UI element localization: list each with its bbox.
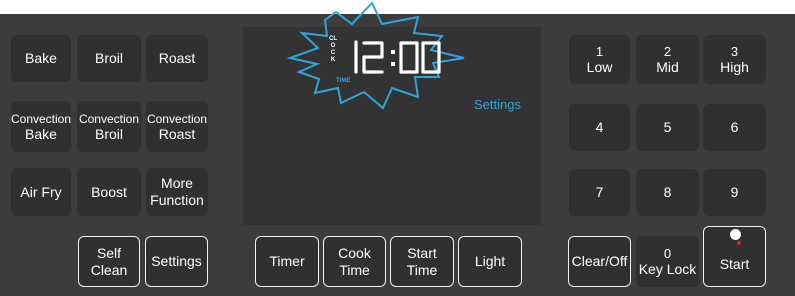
keypad-6-button[interactable]: 6 [703, 104, 766, 151]
keypad-2-sublabel: Mid [656, 58, 679, 75]
keypad-4-digit: 4 [595, 119, 604, 135]
cook-time-label-line2: Time [339, 261, 370, 278]
keypad-1-sublabel: Low [586, 58, 613, 75]
keypad-3-digit: 3 [730, 43, 739, 59]
clear-off-button[interactable]: Clear/Off [568, 236, 631, 287]
keypad-2-mid-button[interactable]: 2 Mid [636, 35, 699, 84]
keypad-2-digit: 2 [663, 43, 672, 59]
start-time-label-line2: Time [406, 261, 438, 278]
keypad-8-button[interactable]: 8 [636, 169, 699, 216]
cook-time-label-line1: Cook [338, 244, 371, 261]
light-button[interactable]: Light [458, 236, 522, 287]
keypad-4-button[interactable]: 4 [569, 104, 630, 151]
start-time-button[interactable]: Start Time [390, 236, 454, 287]
keypad-8-digit: 8 [663, 184, 672, 200]
display-settings-indicator: Settings [474, 97, 521, 112]
keypad-6-digit: 6 [730, 119, 739, 135]
keypad-0-sublabel: Key Lock [638, 260, 697, 277]
keypad-3-sublabel: High [720, 58, 749, 75]
light-label: Light [474, 253, 506, 269]
start-label: Start [719, 256, 750, 272]
keypad-7-digit: 7 [595, 184, 604, 200]
time-label: TIME [336, 78, 351, 84]
timer-label: Timer [269, 253, 305, 269]
start-time-label-line1: Start [407, 244, 437, 261]
keypad-0-digit: 0 [663, 245, 672, 261]
keypad-1-low-button[interactable]: 1 Low [569, 35, 630, 84]
keypad-5-button[interactable]: 5 [636, 104, 699, 151]
clear-off-label: Clear/Off [571, 253, 628, 269]
keypad-5-digit: 5 [663, 119, 672, 135]
start-indicator-dot [737, 241, 741, 245]
keypad-9-digit: 9 [730, 184, 739, 200]
start-indicator-light [730, 229, 741, 240]
cook-time-button[interactable]: Cook Time [323, 236, 386, 287]
keypad-3-high-button[interactable]: 3 High [703, 35, 766, 84]
keypad-0-key-lock-button[interactable]: 0 Key Lock [636, 236, 699, 287]
clock-label: CLOCK [329, 36, 337, 63]
keypad-1-digit: 1 [595, 43, 604, 59]
keypad-9-button[interactable]: 9 [703, 169, 766, 216]
keypad-7-button[interactable]: 7 [569, 169, 630, 216]
timer-button[interactable]: Timer [255, 236, 319, 287]
